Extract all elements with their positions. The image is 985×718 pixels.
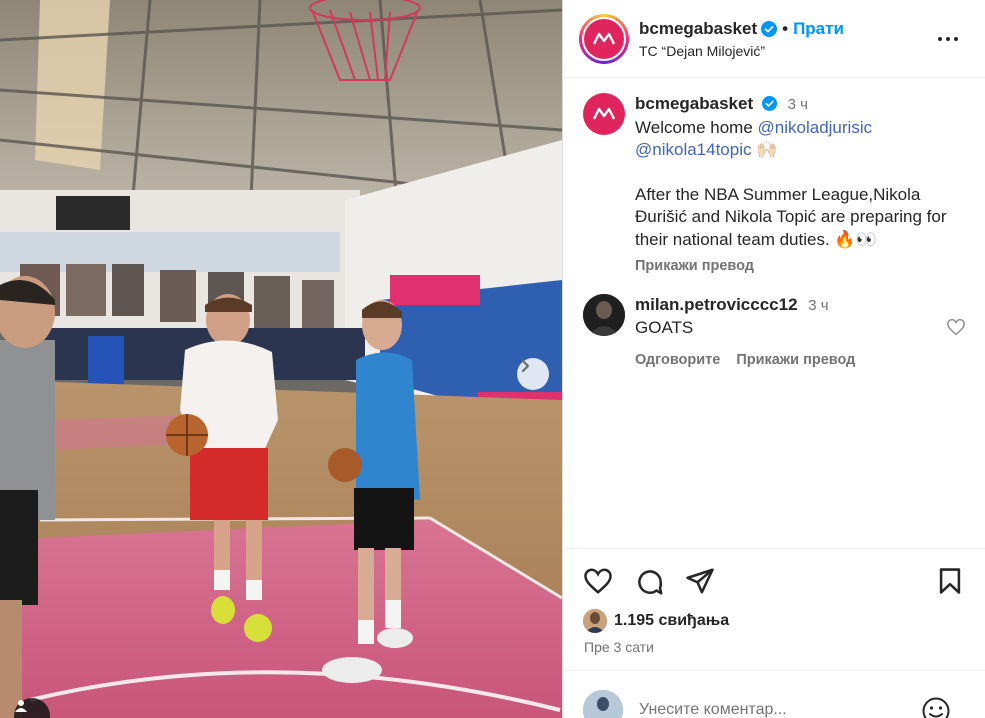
- comment-input[interactable]: [639, 701, 899, 718]
- bookmark-icon[interactable]: [937, 567, 963, 595]
- current-user-avatar: [583, 690, 623, 718]
- likes-count[interactable]: 1.195 свиђања: [583, 609, 729, 633]
- tag-user-icon: [15, 700, 27, 712]
- follow-button[interactable]: Прати: [793, 19, 844, 39]
- add-comment-bar: [563, 670, 985, 718]
- comment-translate-link[interactable]: Прикажи превод: [736, 349, 855, 371]
- mention-link[interactable]: @nikoladjurisic: [758, 118, 873, 137]
- caption-avatar[interactable]: [583, 93, 625, 135]
- heart-icon[interactable]: [946, 318, 966, 336]
- comments-section: bcmegabasket 3 ч Welcome home @nikoladju…: [563, 79, 985, 548]
- liker-avatar: [583, 609, 607, 633]
- post-header: bcmegabasket • Прати TC “Dejan Milojević…: [563, 0, 985, 78]
- next-arrow-icon: [521, 359, 530, 373]
- caption-paragraph: After the NBA Summer League,Nikola Đuriš…: [635, 184, 947, 249]
- caption-emoji: 🙌🏻: [756, 140, 778, 159]
- post-photo[interactable]: [0, 0, 562, 718]
- heart-icon[interactable]: [583, 567, 613, 595]
- likes-text: 1.195 свиђања: [614, 612, 730, 629]
- post-actions: 1.195 свиђања Пре 3 сати: [563, 548, 985, 670]
- emoji-icon[interactable]: [921, 696, 951, 718]
- comment-icon[interactable]: [635, 567, 665, 597]
- next-photo-button[interactable]: [517, 358, 549, 390]
- author-avatar[interactable]: [579, 13, 629, 64]
- reply-button[interactable]: Одговорите: [635, 349, 720, 371]
- comment-text: GOATS: [635, 318, 694, 337]
- gym-scene: [0, 0, 562, 718]
- post-caption: bcmegabasket 3 ч Welcome home @nikoladju…: [583, 93, 975, 278]
- caption-emoji: 🔥👀: [834, 229, 877, 249]
- mention-link[interactable]: @nikola14topic: [635, 140, 752, 159]
- post-timestamp[interactable]: Пре 3 сати: [584, 639, 654, 655]
- caption-text: Welcome home: [635, 117, 758, 137]
- verified-icon: [761, 96, 777, 111]
- separator-dot: •: [782, 18, 789, 38]
- caption-username[interactable]: bcmegabasket: [635, 94, 753, 113]
- comment-time[interactable]: 3 ч: [808, 297, 828, 314]
- comment-item: milan.petrovicccc12 3 ч GOATS Одговорите…: [583, 294, 966, 371]
- author-username[interactable]: bcmegabasket: [639, 19, 757, 39]
- verified-icon: [761, 20, 778, 37]
- post-side-panel: bcmegabasket • Прати TC “Dejan Milojević…: [562, 0, 985, 718]
- caption-time[interactable]: 3 ч: [788, 96, 808, 113]
- see-translation-link[interactable]: Прикажи превод: [635, 255, 975, 278]
- post-location[interactable]: TC “Dejan Milojević”: [639, 43, 844, 59]
- share-icon[interactable]: [685, 567, 715, 595]
- commenter-avatar[interactable]: [583, 294, 625, 336]
- mega-logo-icon: [584, 18, 624, 59]
- commenter-username[interactable]: milan.petrovicccc12: [635, 295, 798, 314]
- more-icon[interactable]: [937, 28, 959, 50]
- mega-logo-icon: [592, 107, 616, 120]
